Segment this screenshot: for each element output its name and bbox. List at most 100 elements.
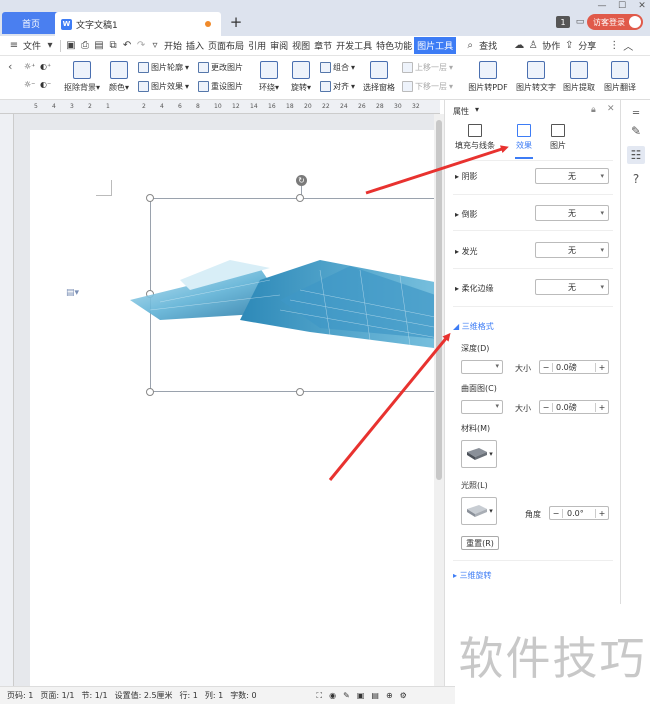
picture-effect-button[interactable]: 图片效果 ▾ [138,81,189,92]
depth-size-stepper[interactable]: − 0.0磅 + [539,360,609,374]
menu-chapter[interactable]: 章节 [312,39,334,52]
share-icon[interactable]: ⇪ [563,40,575,52]
lock-icon[interactable]: 🔒︎ [591,105,596,115]
cloud-icon[interactable]: ☁ [513,40,525,52]
eye-icon[interactable]: ◉ [329,691,336,700]
menu-file[interactable]: 文件 [21,39,43,52]
menu-review[interactable]: 审阅 [268,39,290,52]
fullscreen-icon[interactable]: ⛶ [317,691,323,701]
guest-login-button[interactable]: 访客登录 [587,14,643,30]
paragraph-layout-icon[interactable]: ▤▾ [66,288,79,298]
rotate-handle-icon[interactable]: ↻ [296,175,307,186]
send-backward-button[interactable]: 下移一层 ▾ [402,81,453,92]
window-count-badge[interactable]: 1 [556,16,570,28]
hamburger-icon[interactable]: ≡ [8,40,20,52]
group-button[interactable]: 组合 ▾ [320,62,355,73]
angle-stepper[interactable]: − 0.0° + [549,506,609,520]
resize-handle[interactable] [296,388,304,396]
brightness-up-icon[interactable]: ☼⁺ [24,62,35,71]
color-button[interactable]: 颜色▾ [106,61,132,93]
section-3d-format[interactable]: ◢ 三维格式 [453,321,494,332]
adjust-settings-icon[interactable]: ☷ [627,146,645,164]
search-label[interactable]: 查找 [477,39,499,52]
change-picture-button[interactable]: 更改图片 [198,62,243,73]
close-panel-icon[interactable]: ✕ [607,104,615,114]
print-preview-icon[interactable]: ⎙ [79,40,91,52]
ribbon-scroll-left-icon[interactable]: ‹ [8,60,12,73]
collab-label[interactable]: 协作 [540,39,562,52]
menu-lines-icon[interactable]: ═ [627,104,645,122]
new-tab-button[interactable]: + [228,12,244,32]
menu-view[interactable]: 视图 [290,39,312,52]
decrement-icon[interactable]: − [540,402,553,412]
close-button[interactable]: ✕ [632,0,650,12]
soft-edges-row[interactable]: ▸ 柔化边缘 [455,283,494,294]
menu-insert[interactable]: 插入 [184,39,206,52]
outline-view-icon[interactable]: ▤ [371,691,379,700]
web-view-icon[interactable]: ⊕ [386,691,393,700]
scrollbar-thumb[interactable] [436,120,442,480]
chevron-down-icon[interactable]: ▾ [44,40,56,52]
glow-select[interactable]: 无 [535,242,609,258]
picture-to-text-button[interactable]: 图片转文字 [514,61,558,93]
decrement-icon[interactable]: − [540,362,553,372]
picture-outline-button[interactable]: 图片轮廓 ▾ [138,62,189,73]
material-select[interactable]: ▾ [461,440,497,468]
undo-icon[interactable]: ↶ [121,40,133,52]
wrap-button[interactable]: 环绕▾ [256,61,282,93]
search-icon[interactable]: ⌕ [464,40,476,52]
rotate-button[interactable]: 旋转▾ [288,61,314,93]
resize-handle[interactable] [146,194,154,202]
increment-icon[interactable]: + [595,402,608,412]
increment-icon[interactable]: + [595,508,608,518]
word-count[interactable]: 字数: 0 [230,690,256,701]
picture-to-pdf-button[interactable]: 图片转PDF [466,61,510,93]
collab-icon[interactable]: ♙ [527,40,539,52]
shadow-select[interactable]: 无 [535,168,609,184]
collapse-icon[interactable]: ︿ [622,40,634,53]
reset-picture-button[interactable]: 重设图片 [198,81,243,92]
chevron-down-icon[interactable]: ▾ [475,105,479,114]
increment-icon[interactable]: + [595,362,608,372]
align-button[interactable]: 对齐 ▾ [320,81,355,92]
soft-edges-select[interactable]: 无 [535,279,609,295]
remove-background-button[interactable]: 抠除背景▾ [62,61,102,93]
redo-icon[interactable]: ↷ [135,40,147,52]
menu-picture-tools[interactable]: 图片工具 [414,37,457,54]
bevel-color-select[interactable] [461,400,503,414]
depth-color-select[interactable] [461,360,503,374]
resize-handle[interactable] [296,194,304,202]
resize-handle[interactable] [146,388,154,396]
tab-document[interactable]: W 文字文稿1 [55,12,221,36]
tab-effect[interactable]: 效果 [509,124,539,151]
menu-layout[interactable]: 页面布局 [206,39,246,52]
page-view-icon[interactable]: ▣ [357,691,365,700]
horizontal-ruler[interactable]: 5 4 3 2 1 2 4 6 8 10 12 14 16 18 20 22 24 26 28 30 32 [0,100,440,114]
glow-row[interactable]: ▸ 发光 [455,246,478,257]
save-icon[interactable]: ▣ [65,40,77,52]
page-count[interactable]: 页面: 1/1 [40,690,74,701]
contrast-down-icon[interactable]: ◐⁻ [40,80,51,89]
export-icon[interactable]: ⧉ [107,40,119,52]
edit-icon[interactable]: ✎ [343,691,350,700]
more-vertical-icon[interactable]: ⋮ [608,40,620,52]
vertical-ruler[interactable] [0,114,14,686]
bevel-size-stepper[interactable]: − 0.0磅 + [539,400,609,414]
lighting-select[interactable]: ▾ [461,497,497,525]
menu-developer[interactable]: 开发工具 [334,39,374,52]
reflection-select[interactable]: 无 [535,205,609,221]
maximize-button[interactable]: ☐ [612,0,632,12]
reflection-row[interactable]: ▸ 倒影 [455,209,478,220]
menu-references[interactable]: 引用 [246,39,268,52]
tab-home[interactable]: 首页 [2,12,60,34]
document-page[interactable]: ▤▾ ↻ [30,130,434,686]
document-canvas[interactable]: ▤▾ ↻ [14,114,434,686]
decrement-icon[interactable]: − [550,508,563,518]
bring-forward-button[interactable]: 上移一层 ▾ [402,62,453,73]
reset-3d-button[interactable]: 重置(R) [461,536,499,550]
more-icon[interactable]: ▿ [149,40,161,52]
picture-translate-button[interactable]: 图片翻译 [602,61,638,93]
pen-icon[interactable]: ✎ [627,122,645,140]
section-3d-rotation[interactable]: ▸ 三维旋转 [453,570,492,581]
tab-picture[interactable]: 图片 [545,124,571,151]
